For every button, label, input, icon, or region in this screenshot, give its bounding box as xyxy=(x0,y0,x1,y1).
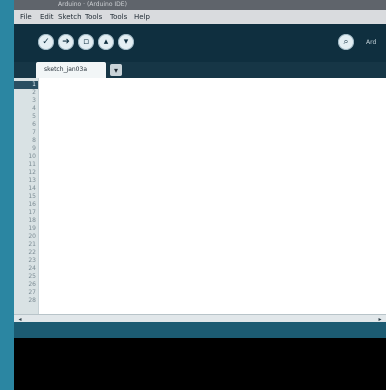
line-number: 28 xyxy=(28,297,36,304)
line-number: 3 xyxy=(32,97,36,104)
line-number: 21 xyxy=(28,241,36,248)
line-number: 20 xyxy=(28,233,36,240)
tab-sketch[interactable]: sketch_jan03a xyxy=(36,62,106,78)
line-number: 25 xyxy=(28,273,36,280)
tabs-bar: sketch_jan03a ▾ xyxy=(14,62,386,78)
line-number: 5 xyxy=(32,113,36,120)
line-number: 16 xyxy=(28,201,36,208)
status-bar xyxy=(14,322,386,338)
serial-monitor-icon: ⌕ xyxy=(343,37,349,47)
line-number: 4 xyxy=(32,105,36,112)
line-number: 13 xyxy=(28,177,36,184)
menu-edit[interactable]: Edit xyxy=(40,12,54,22)
editor[interactable]: 1 2 3 4 5 6 7 8 9 10 11 12 13 14 15 16 1… xyxy=(14,78,386,314)
line-number: 22 xyxy=(28,249,36,256)
desktop-background xyxy=(0,0,14,390)
upload-button[interactable]: ➔ xyxy=(58,34,74,50)
new-icon: ▫ xyxy=(82,37,90,47)
line-number: 10 xyxy=(28,153,36,160)
tab-label: sketch_jan03a xyxy=(44,66,87,73)
line-number: 17 xyxy=(28,209,36,216)
save-button[interactable]: ▾ xyxy=(118,34,134,50)
menu-tools[interactable]: Tools xyxy=(85,12,102,22)
save-icon: ▾ xyxy=(123,37,129,47)
line-number: 18 xyxy=(28,217,36,224)
window-title: Arduino · (Arduino IDE) xyxy=(58,1,127,8)
menu-bar: File Edit Sketch Tools Tools Help xyxy=(14,10,386,25)
chevron-down-icon: ▾ xyxy=(113,65,118,75)
upload-icon: ➔ xyxy=(62,37,70,47)
line-number: 7 xyxy=(32,129,36,136)
new-button[interactable]: ▫ xyxy=(78,34,94,50)
line-number: 27 xyxy=(28,289,36,296)
open-button[interactable]: ▴ xyxy=(98,34,114,50)
open-icon: ▴ xyxy=(103,37,109,47)
line-number: 2 xyxy=(32,89,36,96)
line-number: 8 xyxy=(32,137,36,144)
serial-monitor-button[interactable]: ⌕ xyxy=(338,34,354,50)
toolbar: ✓ ➔ ▫ ▴ ▾ ⌕ Ard xyxy=(14,24,386,62)
line-number-gutter: 1 2 3 4 5 6 7 8 9 10 11 12 13 14 15 16 1… xyxy=(14,78,39,314)
arduino-ide-window: Arduino · (Arduino IDE) File Edit Sketch… xyxy=(14,0,386,390)
line-number: 24 xyxy=(28,265,36,272)
line-number: 6 xyxy=(32,121,36,128)
line-number: 26 xyxy=(28,281,36,288)
menu-file[interactable]: File xyxy=(20,12,32,22)
line-number: 12 xyxy=(28,169,36,176)
code-area[interactable] xyxy=(40,78,386,314)
line-number: 14 xyxy=(28,185,36,192)
board-label[interactable]: Ard xyxy=(366,39,376,47)
console-output xyxy=(14,338,386,390)
verify-icon: ✓ xyxy=(42,37,50,47)
line-numbers: 1 2 3 4 5 6 7 8 9 10 11 12 13 14 15 16 1… xyxy=(16,81,36,305)
line-number: 9 xyxy=(32,145,36,152)
title-bar: Arduino · (Arduino IDE) xyxy=(14,0,386,10)
line-number: 19 xyxy=(28,225,36,232)
verify-button[interactable]: ✓ xyxy=(38,34,54,50)
menu-help[interactable]: Help xyxy=(134,12,150,22)
line-number: 15 xyxy=(28,193,36,200)
menu-sketch[interactable]: Sketch xyxy=(58,12,82,22)
line-number: 1 xyxy=(32,81,36,88)
tab-menu-button[interactable]: ▾ xyxy=(110,64,122,76)
line-number: 23 xyxy=(28,257,36,264)
line-number: 11 xyxy=(28,161,36,168)
menu-tools-2[interactable]: Tools xyxy=(110,12,127,22)
